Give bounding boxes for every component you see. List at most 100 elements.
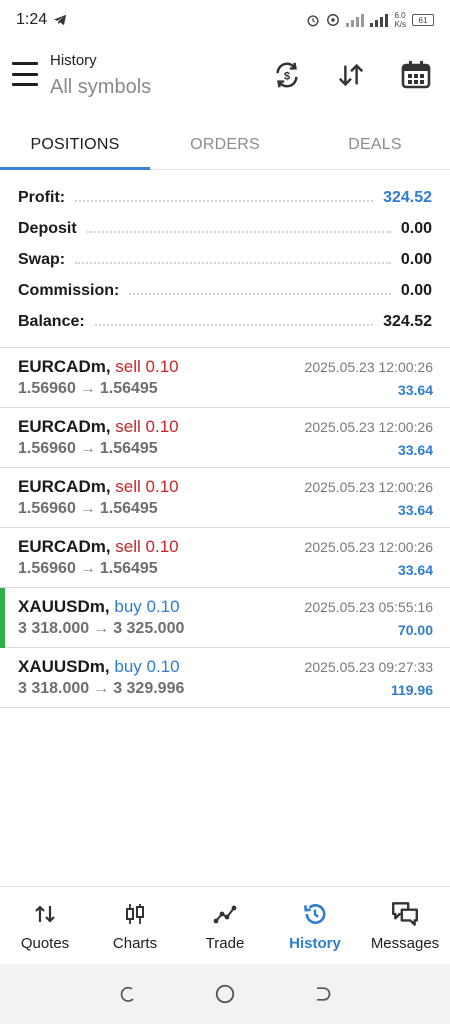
position-title: XAUUSDm, buy 0.10 [18,597,180,617]
position-title: EURCADm, sell 0.10 [18,477,179,497]
dotted-leader [129,292,391,295]
selected-marker [0,588,5,648]
position-symbol: EURCADm, [18,477,111,496]
signal-icon [346,14,365,27]
open-price: 1.56960 [18,560,76,577]
nav-messages[interactable]: Messages [360,887,450,964]
dotted-leader [86,230,391,233]
position-side: sell 0.10 [115,537,179,556]
position-time: 2025.05.23 09:27:33 [304,659,433,675]
position-profit: 119.96 [390,682,433,698]
summary-label: Swap: [18,250,66,268]
menu-icon[interactable] [12,62,38,86]
position-row[interactable]: EURCADm, sell 0.10 2025.05.23 12:00:26 1… [0,468,450,528]
net-speed-value: 6.0 [394,11,406,20]
back-icon[interactable] [310,982,334,1006]
position-time: 2025.05.23 12:00:26 [304,479,433,495]
close-price: 3 325.000 [113,620,185,637]
battery-icon: 61 [412,14,434,26]
position-time: 2025.05.23 12:00:26 [304,539,433,555]
position-time: 2025.05.23 12:00:26 [304,359,433,375]
nav-label: History [289,935,341,952]
close-price: 3 329.996 [113,680,185,697]
position-row[interactable]: XAUUSDm, buy 0.10 2025.05.23 05:55:16 3 … [0,588,450,648]
calendar-icon[interactable] [399,58,433,92]
quotes-icon [33,899,57,929]
position-side: sell 0.10 [115,477,179,496]
nav-charts[interactable]: Charts [90,887,180,964]
position-time: 2025.05.23 05:55:16 [304,599,433,615]
open-price: 3 318.000 [18,620,90,637]
nav-history[interactable]: History [270,887,360,964]
status-left: 1:24 [16,11,67,29]
messages-icon [390,899,420,929]
dotted-leader [75,199,374,202]
summary-value: 0.00 [400,281,432,299]
nav-quotes[interactable]: Quotes [0,887,90,964]
position-row[interactable]: EURCADm, sell 0.10 2025.05.23 12:00:26 1… [0,408,450,468]
position-profit: 33.64 [397,502,433,518]
history-tabs: POSITIONS ORDERS DEALS [0,120,450,170]
open-price: 3 318.000 [18,680,90,697]
nav-label: Charts [112,935,158,952]
position-symbol: XAUUSDm, [18,597,110,616]
summary-row-profit: Profit: 324.52 [18,182,432,213]
tab-orders[interactable]: ORDERS [150,120,300,169]
summary-label: Deposit [18,219,77,237]
open-price: 1.56960 [18,380,76,397]
currency-exchange-icon[interactable]: $ [270,58,304,92]
nav-trade[interactable]: Trade [180,887,270,964]
open-price: 1.56960 [18,440,76,457]
position-prices: 1.56960 → 1.56495 [18,560,158,578]
summary-value: 324.52 [383,312,432,330]
position-profit: 33.64 [397,382,433,398]
summary-panel: Profit: 324.52 Deposit 0.00 Swap: 0.00 C… [0,182,450,337]
position-row[interactable]: EURCADm, sell 0.10 2025.05.23 12:00:26 1… [0,348,450,408]
position-title: EURCADm, sell 0.10 [18,357,179,377]
sort-icon[interactable] [334,58,368,92]
dotted-leader [94,323,374,326]
position-prices: 1.56960 → 1.56495 [18,440,158,458]
arrow-icon: → [79,440,96,457]
position-symbol: EURCADm, [18,417,111,436]
close-price: 1.56495 [99,560,158,577]
signal-4g-icon [370,14,389,27]
summary-label: Profit: [18,188,66,206]
nav-label: Quotes [20,935,70,952]
tab-positions[interactable]: POSITIONS [0,120,150,170]
arrow-icon: → [79,500,96,517]
position-title: EURCADm, sell 0.10 [18,417,179,437]
tab-deals[interactable]: DEALS [300,120,450,169]
position-side: sell 0.10 [115,417,179,436]
summary-row-commission: Commission: 0.00 [18,275,432,306]
position-profit: 70.00 [397,622,433,638]
hotspot-icon [327,14,340,26]
position-row[interactable]: XAUUSDm, buy 0.10 2025.05.23 09:27:33 3 … [0,648,450,708]
position-side: buy 0.10 [114,597,180,616]
net-speed: 6.0 K/s [394,11,406,29]
position-side: sell 0.10 [115,357,179,376]
position-title: XAUUSDm, buy 0.10 [18,657,180,677]
nav-label: Messages [370,935,440,952]
close-price: 1.56495 [99,380,158,397]
recents-icon[interactable] [116,982,140,1006]
position-row[interactable]: EURCADm, sell 0.10 2025.05.23 12:00:26 1… [0,528,450,588]
home-icon[interactable] [213,982,237,1006]
position-prices: 3 318.000 → 3 325.000 [18,620,184,638]
telegram-icon [54,14,67,26]
position-prices: 1.56960 → 1.56495 [18,500,158,518]
summary-row-balance: Balance: 324.52 [18,306,432,337]
system-nav-bar [0,964,450,1024]
status-time: 1:24 [16,11,48,28]
charts-icon [123,899,147,929]
position-profit: 33.64 [397,442,433,458]
status-bar: 1:24 6.0 K/s 61 [0,0,450,40]
symbol-filter[interactable]: All symbols [50,76,151,99]
position-time: 2025.05.23 12:00:26 [304,419,433,435]
summary-row-deposit: Deposit 0.00 [18,213,432,244]
alarm-icon [307,15,319,27]
nav-label: Trade [205,935,245,952]
position-symbol: XAUUSDm, [18,657,110,676]
summary-row-swap: Swap: 0.00 [18,244,432,275]
summary-value: 324.52 [383,188,432,206]
